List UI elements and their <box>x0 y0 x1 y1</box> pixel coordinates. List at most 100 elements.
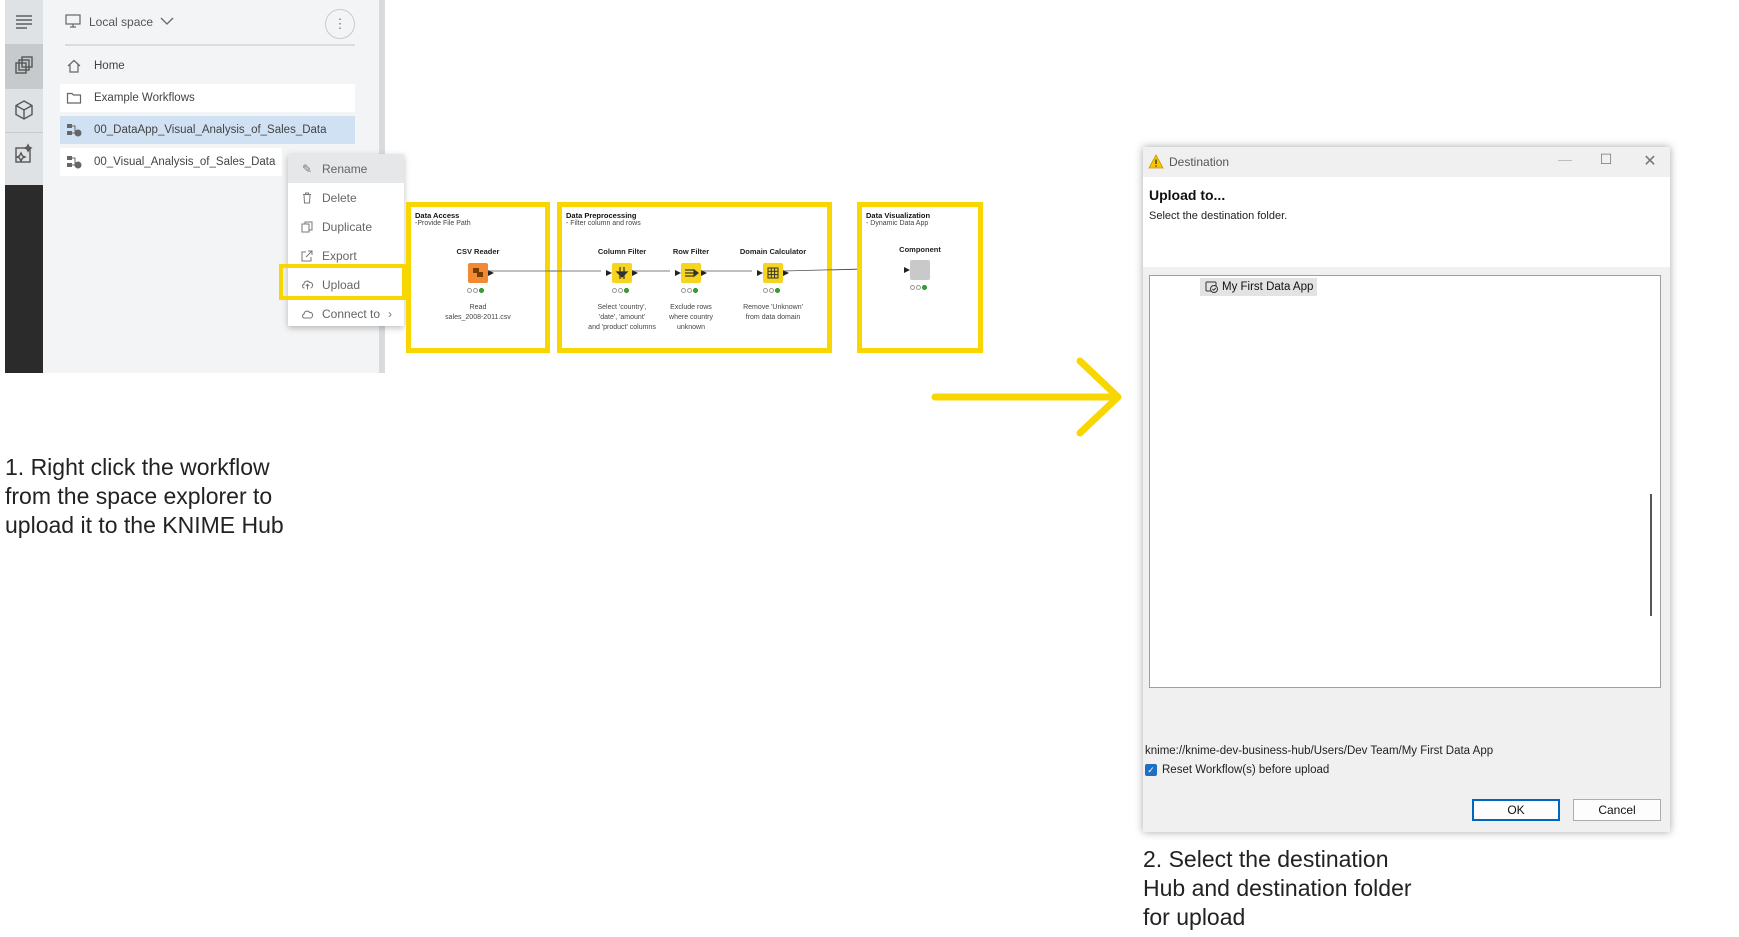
domain-calculator-icon <box>767 267 779 279</box>
csv-reader-node[interactable] <box>468 263 488 283</box>
domain-calculator-node[interactable] <box>763 263 783 283</box>
maximize-button[interactable]: ☐ <box>1596 151 1616 168</box>
sparkle-icon <box>15 143 33 163</box>
warning-icon <box>1148 154 1164 169</box>
pencil-icon: ✎ <box>301 161 313 176</box>
cube-icon <box>15 100 33 120</box>
node-name: Column Filter <box>597 247 647 256</box>
node-description: from data domain <box>745 314 801 321</box>
instruction-line: from the space explorer to <box>5 483 273 509</box>
description-icon <box>16 15 32 29</box>
explorer-item-example-workflows[interactable]: Example Workflows <box>60 84 355 112</box>
destination-tree[interactable]: My First Data App <box>1149 275 1661 688</box>
space-selector[interactable]: Local space ⋮ <box>65 9 355 46</box>
dialog-titlebar: Destination — ☐ ✕ <box>1143 147 1670 177</box>
tree-item-my-first-data-app[interactable]: My First Data App <box>1200 278 1318 296</box>
row-filter-node[interactable] <box>681 263 701 283</box>
instruction-line: for upload <box>1143 904 1246 930</box>
tree-item-label: My First Data App <box>1222 281 1314 293</box>
input-port-arrow <box>606 270 612 276</box>
dialog-subheading: Select the destination folder. <box>1149 210 1288 222</box>
data-access-annotation: Data Access -Provide File Path CSV Reade… <box>406 202 550 353</box>
node-description: where country <box>669 314 713 321</box>
node-name: Domain Calculator <box>739 247 807 256</box>
description-rail-button[interactable] <box>5 0 43 45</box>
annotation-title: Data Visualization <box>866 211 931 220</box>
space-explorer-icon <box>15 56 33 74</box>
output-port-arrow <box>783 270 789 276</box>
chevron-down-icon <box>160 17 174 25</box>
node-name: CSV Reader <box>456 247 500 256</box>
explorer-item-visual-analysis-workflow[interactable]: 00_Visual_Analysis_of_Sales_Data <box>60 148 282 176</box>
node-description: unknown <box>676 324 706 331</box>
workflow-icon <box>66 122 82 138</box>
menu-item-duplicate[interactable]: Duplicate <box>288 212 404 241</box>
annotation-subtitle: - Dynamic Data App <box>866 220 929 227</box>
dialog-heading: Upload to... <box>1149 187 1226 203</box>
kebab-icon: ⋮ <box>333 16 347 31</box>
upload-highlight-box <box>279 264 406 300</box>
instruction-line: Hub and destination folder <box>1143 875 1412 901</box>
menu-item-rename[interactable]: ✎ Rename <box>288 154 404 183</box>
close-button[interactable]: ✕ <box>1640 151 1660 171</box>
node-name[interactable]: Component <box>880 245 960 254</box>
output-port-arrow <box>701 270 707 276</box>
input-port-arrow <box>675 270 681 276</box>
output-port-arrow <box>488 270 494 276</box>
destination-url: knime://knime-dev-business-hub/Users/Dev… <box>1145 745 1494 757</box>
row-filter-icon <box>685 268 699 278</box>
node-status <box>910 285 927 290</box>
node-description: Exclude rows <box>670 304 712 311</box>
instruction-line: upload it to the KNIME Hub <box>5 512 284 538</box>
csv-reader-icon <box>473 268 483 277</box>
node-name: Row Filter <box>672 247 710 256</box>
ai-assistant-rail-button[interactable] <box>5 132 43 176</box>
space-explorer-rail-button[interactable] <box>5 44 43 89</box>
column-filter-node[interactable] <box>612 263 632 283</box>
explorer-item-label: 00_Visual_Analysis_of_Sales_Data <box>94 156 276 168</box>
instruction-line: 1. Right click the workflow <box>5 454 270 480</box>
explorer-item-dataapp-workflow[interactable]: 00_DataApp_Visual_Analysis_of_Sales_Data <box>60 116 355 144</box>
node-repository-rail-button[interactable] <box>5 88 43 133</box>
dialog-header: Upload to... Select the destination fold… <box>1143 177 1670 267</box>
column-filter-icon <box>615 267 629 279</box>
duplicate-icon <box>300 221 314 233</box>
export-icon <box>300 250 314 262</box>
menu-item-delete[interactable]: Delete <box>288 183 404 212</box>
workflow-icon <box>66 154 82 170</box>
node-description: Read <box>469 304 487 311</box>
node-status <box>612 288 629 293</box>
data-preprocessing-annotation: Data Preprocessing - Filter column and r… <box>557 202 832 353</box>
instruction-line: 2. Select the destination <box>1143 846 1389 872</box>
checkbox-label: Reset Workflow(s) before upload <box>1162 764 1330 776</box>
dialog-title: Destination <box>1169 155 1230 169</box>
annotation-title: Data Access <box>415 211 460 220</box>
annotation-subtitle: - Filter column and rows <box>566 220 641 227</box>
minimize-button[interactable]: — <box>1555 151 1575 167</box>
side-rail-buttons <box>5 0 43 185</box>
menu-item-label: Delete <box>322 190 357 205</box>
cloud-icon <box>300 309 314 319</box>
space-label: Local space <box>89 15 154 29</box>
component-node[interactable] <box>910 260 930 280</box>
computer-icon <box>65 14 81 28</box>
menu-item-label: Connect to <box>322 306 381 321</box>
node-description: Remove 'Unknown' <box>743 304 803 311</box>
more-options-button[interactable]: ⋮ <box>325 9 355 39</box>
menu-item-label: Export <box>322 248 357 263</box>
explorer-item-label: Example Workflows <box>94 92 195 104</box>
node-description: sales_2008-2011.csv <box>445 314 511 321</box>
home-icon <box>66 58 82 74</box>
input-port-arrow <box>757 270 763 276</box>
reset-workflow-checkbox-row[interactable]: ✓ Reset Workflow(s) before upload <box>1145 764 1329 776</box>
context-menu: ✎ Rename Delete Duplicate Export Upload C… <box>288 154 404 326</box>
reset-workflow-checkbox[interactable]: ✓ <box>1145 764 1157 776</box>
home-link[interactable]: Home <box>60 52 355 80</box>
ok-button[interactable]: OK <box>1472 799 1560 821</box>
tree-scrollbar[interactable] <box>1650 494 1652 616</box>
cancel-button[interactable]: Cancel <box>1573 799 1661 821</box>
chevron-right-icon: › <box>388 306 393 321</box>
yellow-arrow <box>931 357 1122 437</box>
menu-item-connect-to[interactable]: Connect to › <box>288 299 404 328</box>
checkmark-icon: ✓ <box>1147 764 1155 775</box>
